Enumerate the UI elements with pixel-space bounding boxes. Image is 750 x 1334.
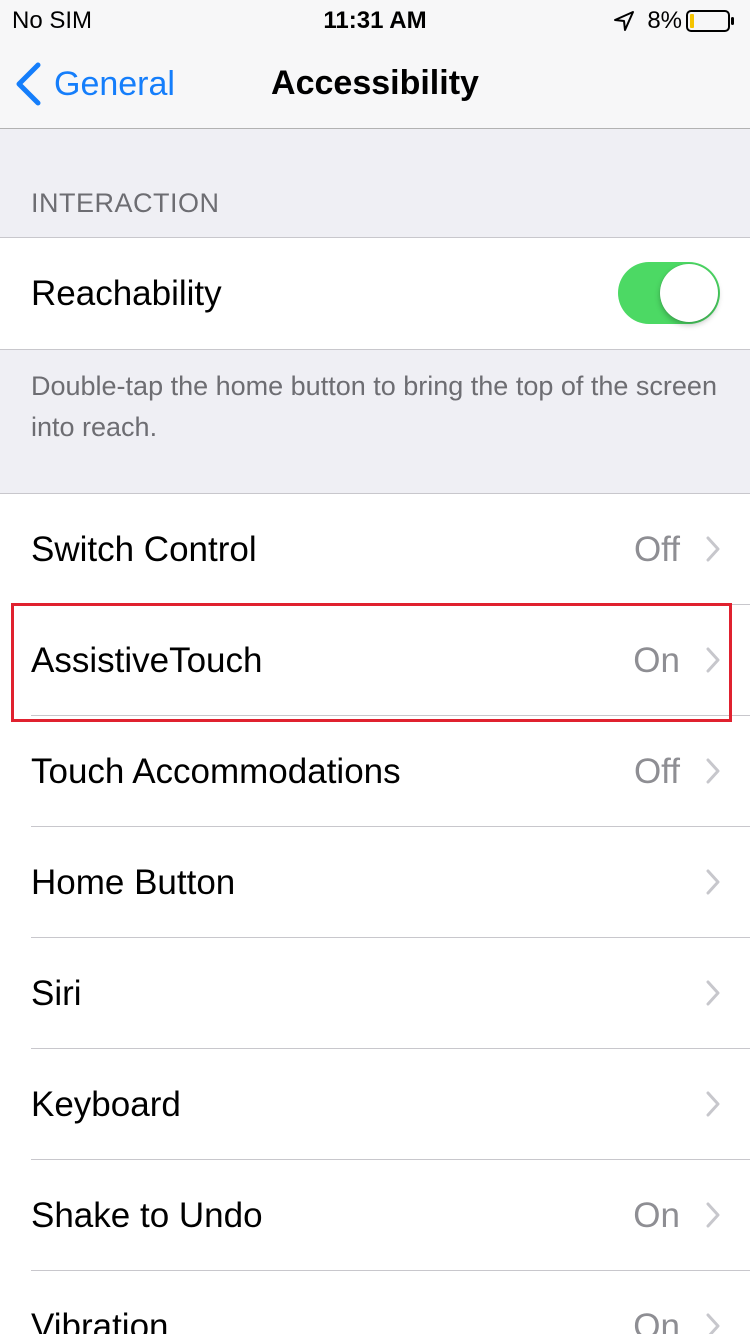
status-bar: No SIM 11:31 AM 8% [0, 0, 750, 40]
row-label: Switch Control [31, 530, 257, 569]
row-switch-control[interactable]: Switch Control Off [0, 494, 750, 605]
row-label: Touch Accommodations [31, 752, 401, 791]
reachability-group: Reachability [0, 237, 750, 350]
status-right-group: 8% [613, 7, 736, 35]
row-label: Home Button [31, 863, 236, 902]
row-keyboard[interactable]: Keyboard [0, 1049, 750, 1160]
chevron-right-icon [706, 647, 720, 673]
row-assistivetouch[interactable]: AssistiveTouch On [0, 605, 750, 716]
row-label: AssistiveTouch [31, 641, 263, 680]
reachability-label: Reachability [31, 274, 222, 313]
chevron-right-icon [706, 980, 720, 1006]
row-value: On [633, 641, 680, 680]
chevron-right-icon [706, 869, 720, 895]
accessibility-screen: No SIM 11:31 AM 8% General Accessibility… [0, 0, 750, 1334]
chevron-right-icon [706, 758, 720, 784]
row-value: Off [633, 752, 680, 791]
row-value: On [633, 1196, 680, 1235]
row-value: Off [633, 530, 680, 569]
row-label: Siri [31, 974, 82, 1013]
toggle-knob [660, 264, 718, 322]
row-vibration[interactable]: Vibration On [0, 1271, 750, 1334]
reachability-row: Reachability [0, 238, 750, 349]
chevron-right-icon [706, 1202, 720, 1228]
battery-percent: 8% [647, 7, 682, 34]
row-label: Shake to Undo [31, 1196, 263, 1235]
row-touch-accommodations[interactable]: Touch Accommodations Off [0, 716, 750, 827]
row-home-button[interactable]: Home Button [0, 827, 750, 938]
chevron-right-icon [706, 1313, 720, 1334]
reachability-toggle[interactable] [618, 262, 720, 324]
row-label: Keyboard [31, 1085, 181, 1124]
battery-icon [686, 10, 734, 32]
location-arrow-icon [614, 11, 635, 31]
settings-list: Switch Control Off AssistiveTouch On Tou… [0, 493, 750, 1334]
page-title: Accessibility [271, 64, 479, 102]
row-label: Vibration [31, 1307, 169, 1334]
reachability-footer: Double-tap the home button to bring the … [31, 371, 717, 442]
chevron-right-icon [706, 1091, 720, 1117]
chevron-right-icon [706, 536, 720, 562]
row-shake-to-undo[interactable]: Shake to Undo On [0, 1160, 750, 1271]
row-value: On [633, 1307, 680, 1334]
row-siri[interactable]: Siri [0, 938, 750, 1049]
navigation-bar: General Accessibility [0, 40, 750, 129]
section-header-interaction: INTERACTION [31, 188, 220, 218]
